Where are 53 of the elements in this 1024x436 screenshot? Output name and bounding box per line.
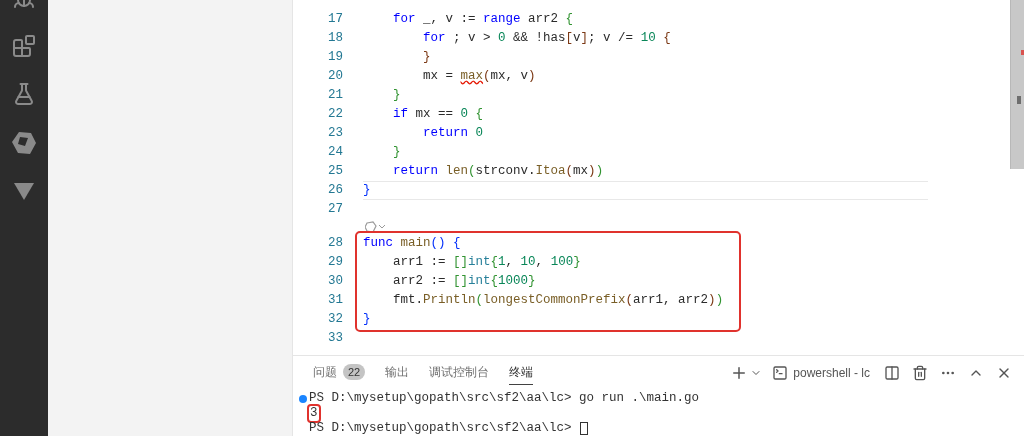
panel-tab[interactable]: 问题 22 xyxy=(313,360,366,385)
line-number: 30 xyxy=(328,274,343,288)
line-number: 25 xyxy=(328,164,343,178)
triangle-icon[interactable] xyxy=(13,180,35,202)
code-line: fmt.Println(longestCommonPrefix(arr1, arr2)) xyxy=(392,292,724,309)
line-number: 33 xyxy=(328,331,343,345)
code-line: func main() { xyxy=(363,235,461,252)
count-badge: 22 xyxy=(343,364,366,380)
scrollbar[interactable] xyxy=(1010,0,1024,169)
line-number: 21 xyxy=(328,88,343,102)
terminal-command: go run .\main.go xyxy=(579,391,700,406)
code-line: return len(strconv.Itoa(mx)) xyxy=(392,163,604,180)
code-line: arr2 := []int{1000} xyxy=(392,273,536,290)
code-line: for _, v := range arr2 { xyxy=(392,11,574,28)
line-number: 17 xyxy=(328,12,343,26)
flask-icon[interactable] xyxy=(12,82,36,106)
line-number: 31 xyxy=(328,293,343,307)
code-line: arr1 := []int{1, 10, 100} xyxy=(392,254,581,271)
code-line: } xyxy=(422,49,431,66)
panel-tab[interactable]: 调试控制台 xyxy=(429,360,490,385)
line-number: 22 xyxy=(328,107,343,121)
panel-tab[interactable]: 输出 xyxy=(385,360,410,385)
hexagon-icon[interactable] xyxy=(11,130,37,156)
extensions-icon[interactable] xyxy=(12,34,36,58)
line-number: 19 xyxy=(328,50,343,64)
trash-icon[interactable] xyxy=(912,364,928,381)
terminal-output: 3 xyxy=(309,406,319,421)
line-number: 23 xyxy=(328,126,343,140)
code-line: mx = max(mx, v) xyxy=(422,68,536,85)
line-number: 29 xyxy=(328,255,343,269)
line-number: 28 xyxy=(328,236,343,250)
line-number: 18 xyxy=(328,31,343,45)
codelens-icon[interactable] xyxy=(365,220,387,233)
cursor-marker xyxy=(1017,96,1021,104)
code-line: } xyxy=(392,87,401,104)
terminal-icon xyxy=(772,364,789,381)
terminal-profile-button[interactable]: powershell - lc xyxy=(772,363,870,382)
code-line: if mx == 0 { xyxy=(392,106,484,123)
code-line: for ; v > 0 && !has[v]; v /= 10 { xyxy=(422,30,671,47)
code-line: } xyxy=(363,182,371,199)
line-number: 26 xyxy=(328,183,343,197)
terminal-prompt: PS D:\mysetup\gopath\src\sf2\aa\lc> xyxy=(309,391,573,406)
code-line: return 0 xyxy=(422,125,484,142)
line-number: 32 xyxy=(328,312,343,326)
line-number: 20 xyxy=(328,69,343,83)
code-line: } xyxy=(363,311,371,328)
terminal-prompt: PS D:\mysetup\gopath\src\sf2\aa\lc> xyxy=(309,421,573,436)
split-icon[interactable] xyxy=(884,364,900,381)
line-number: 24 xyxy=(328,145,343,159)
panel-tab[interactable]: 终端 xyxy=(509,360,534,385)
error-marker xyxy=(1021,50,1024,55)
line-number: 27 xyxy=(328,202,343,216)
code-line: } xyxy=(392,144,401,161)
